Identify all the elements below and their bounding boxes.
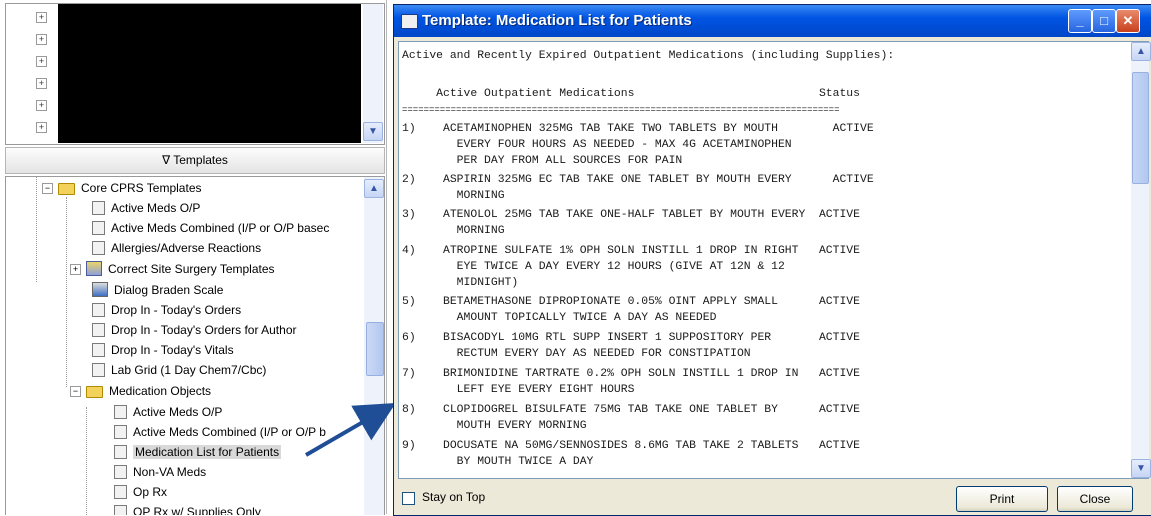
folder-open-icon	[58, 183, 75, 195]
close-window-button[interactable]: ✕	[1116, 9, 1140, 33]
document-icon	[92, 323, 105, 337]
tree-item-template[interactable]: Drop In - Today's Vitals	[92, 341, 234, 360]
report-line: 9) DOCUSATE NA 50MG/SENNOSIDES 8.6MG TAB…	[402, 440, 860, 452]
tree-item-template[interactable]: Active Meds O/P	[92, 199, 200, 218]
document-icon	[114, 465, 127, 479]
expand-icon[interactable]: +	[70, 264, 81, 275]
tree-item-medication-objects[interactable]: − Medication Objects	[70, 382, 211, 401]
stay-on-top-checkbox[interactable]	[402, 492, 415, 505]
tree-item-template[interactable]: Drop In - Today's Orders for Author	[92, 321, 296, 340]
document-icon	[92, 303, 105, 317]
minimize-button[interactable]: _	[1068, 9, 1092, 33]
document-icon	[92, 201, 105, 215]
template-dialog-window: Template: Medication List for Patients _…	[393, 4, 1151, 516]
document-icon	[92, 363, 105, 377]
pointer-arrow-icon	[304, 402, 396, 457]
expand-icon[interactable]: +	[36, 122, 47, 133]
tree-scroll-thumb[interactable]	[366, 322, 384, 376]
collapse-icon[interactable]: −	[70, 386, 81, 397]
report-scroll-thumb[interactable]	[1132, 72, 1149, 184]
collapse-icon[interactable]: −	[42, 183, 53, 194]
templates-header-label: ∇ Templates	[162, 153, 228, 167]
report-line: 1) ACETAMINOPHEN 325MG TAB TAKE TWO TABL…	[402, 123, 874, 135]
tree-item-template[interactable]: Lab Grid (1 Day Chem7/Cbc)	[92, 361, 266, 380]
report-line: ========================================…	[402, 105, 840, 115]
report-line: RECTUM EVERY DAY AS NEEDED FOR CONSTIPAT…	[402, 348, 751, 360]
close-button[interactable]: Close	[1057, 486, 1133, 512]
report-line: LEFT EYE EVERY EIGHT HOURS	[402, 384, 635, 396]
tree-item-template[interactable]: Active Meds Combined (I/P or O/P b	[114, 423, 326, 442]
tree-item-template[interactable]: Active Meds O/P	[114, 403, 222, 422]
report-scrollbar[interactable]: ▲ ▼	[1131, 41, 1151, 479]
expand-icon[interactable]: +	[36, 12, 47, 23]
tree-item-template[interactable]: Dialog Braden Scale	[92, 281, 223, 300]
dialog-title: Template: Medication List for Patients	[422, 12, 692, 29]
report-line: MOUTH EVERY MORNING	[402, 420, 587, 432]
dialog-footer: Stay on Top Print Close	[394, 479, 1151, 515]
document-icon	[92, 241, 105, 255]
scroll-up-icon[interactable]: ▲	[364, 179, 384, 198]
expand-icon[interactable]: +	[36, 56, 47, 67]
expand-icon[interactable]: +	[36, 34, 47, 45]
report-line: PER DAY FROM ALL SOURCES FOR PAIN	[402, 155, 683, 167]
maximize-button[interactable]: □	[1092, 9, 1116, 33]
scroll-down-icon[interactable]: ▼	[1131, 459, 1151, 478]
report-line: BY MOUTH TWICE A DAY	[402, 456, 594, 468]
scroll-down-icon[interactable]: ▼	[363, 122, 383, 141]
tree-item-medication-list-for-patients[interactable]: Medication List for Patients	[114, 443, 282, 462]
medication-report-text[interactable]: Active and Recently Expired Outpatient M…	[398, 41, 1133, 479]
top-scrollbar[interactable]: ▼	[363, 4, 383, 143]
report-line: 3) ATENOLOL 25MG TAB TAKE ONE-HALF TABLE…	[402, 209, 860, 221]
report-line: 6) BISACODYL 10MG RTL SUPP INSERT 1 SUPP…	[402, 332, 860, 344]
dialog-icon	[92, 282, 108, 297]
tree-item-correct-site-surgery[interactable]: + Correct Site Surgery Templates	[70, 260, 275, 279]
report-line: MORNING	[402, 225, 505, 237]
tree-item-core-cprs-templates[interactable]: − Core CPRS Templates	[42, 179, 202, 198]
document-icon	[114, 445, 127, 459]
tree-item-template[interactable]: Active Meds Combined (I/P or O/P basec	[92, 219, 329, 238]
report-line: EYE TWICE A DAY EVERY 12 HOURS (GIVE AT …	[402, 261, 785, 273]
report-line: 4) ATROPINE SULFATE 1% OPH SOLN INSTILL …	[402, 245, 860, 257]
tree-item-template[interactable]: OP Rx w/ Supplies Only	[114, 503, 261, 515]
report-line: MORNING	[402, 190, 505, 202]
dialog-titlebar[interactable]: Template: Medication List for Patients _…	[394, 5, 1151, 37]
document-icon	[92, 343, 105, 357]
folder-open-icon	[86, 386, 103, 398]
stay-on-top-label[interactable]: Stay on Top	[422, 490, 485, 504]
document-icon	[92, 221, 105, 235]
document-icon	[114, 405, 127, 419]
report-line: EVERY FOUR HOURS AS NEEDED - MAX 4G ACET…	[402, 139, 792, 151]
expand-icon[interactable]: +	[36, 100, 47, 111]
report-line: Active Outpatient Medications Status	[402, 88, 860, 100]
report-line: 8) CLOPIDOGREL BISULFATE 75MG TAB TAKE O…	[402, 404, 860, 416]
tree-item-template[interactable]: Drop In - Today's Orders	[92, 301, 241, 320]
tree-item-template[interactable]: Non-VA Meds	[114, 463, 206, 482]
document-icon	[114, 425, 127, 439]
expand-icon[interactable]: +	[36, 78, 47, 89]
tree-item-template[interactable]: Allergies/Adverse Reactions	[92, 239, 261, 258]
notes-tree-box: + + + + + + ▼	[5, 3, 385, 145]
report-line: Active and Recently Expired Outpatient M…	[402, 50, 895, 62]
templates-header-bar[interactable]: ∇ Templates	[5, 147, 385, 174]
template-group-icon	[86, 261, 102, 276]
report-line: 2) ASPIRIN 325MG EC TAB TAKE ONE TABLET …	[402, 174, 874, 186]
template-app-icon	[401, 14, 418, 29]
print-button[interactable]: Print	[956, 486, 1048, 512]
document-icon	[114, 485, 127, 499]
report-line: 5) BETAMETHASONE DIPROPIONATE 0.05% OINT…	[402, 296, 860, 308]
report-line: 7) BRIMONIDINE TARTRATE 0.2% OPH SOLN IN…	[402, 368, 860, 380]
report-line: AMOUNT TOPICALLY TWICE A DAY AS NEEDED	[402, 312, 717, 324]
tree-item-template[interactable]: Op Rx	[114, 483, 167, 502]
scroll-up-icon[interactable]: ▲	[1131, 42, 1151, 61]
report-line: MIDNIGHT)	[402, 277, 519, 289]
preview-area	[58, 4, 361, 143]
